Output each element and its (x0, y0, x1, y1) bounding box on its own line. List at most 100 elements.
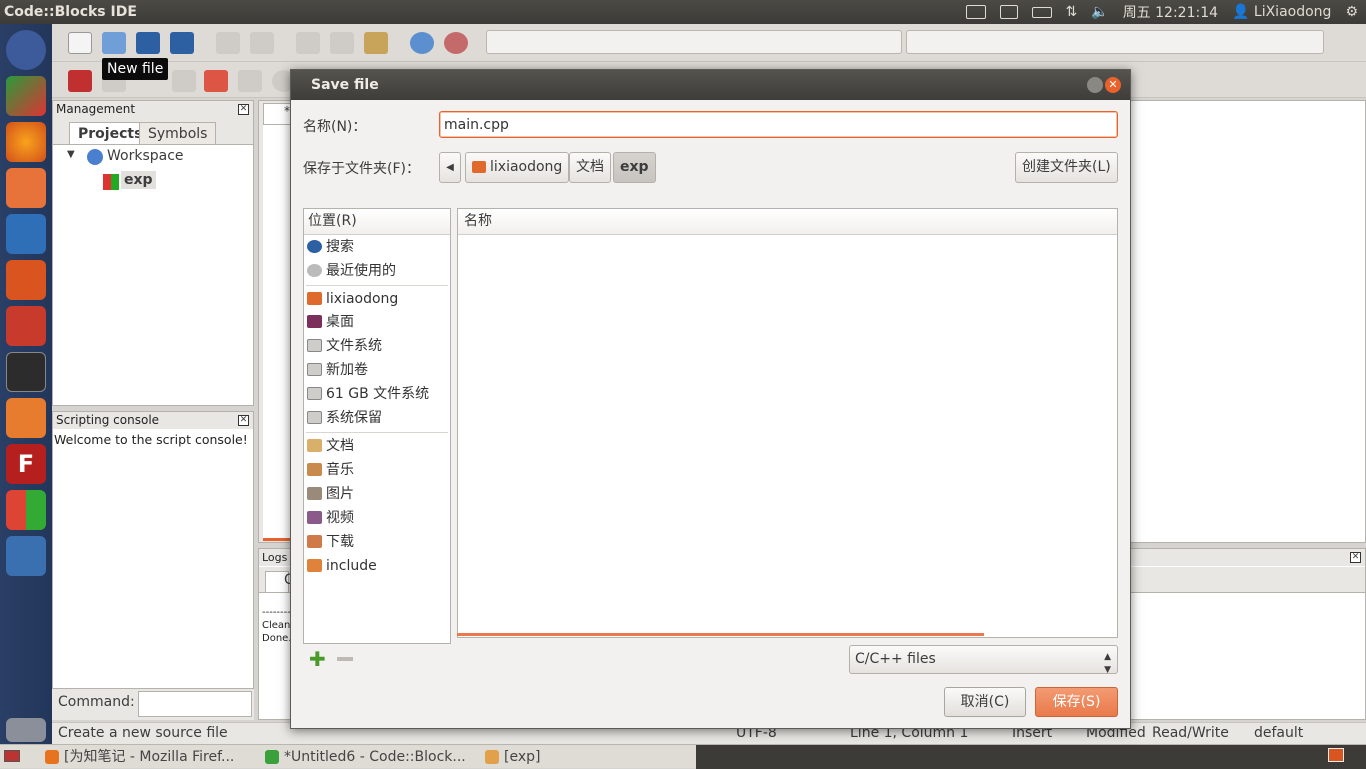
mail-icon[interactable] (999, 5, 1018, 19)
status-lang: default (1254, 725, 1304, 741)
undo-icon[interactable] (216, 32, 240, 54)
jump-icon[interactable] (68, 70, 92, 92)
place-item[interactable]: lixiaodong (304, 288, 450, 310)
file-list[interactable]: 名称 (457, 208, 1118, 638)
maximize-icon[interactable] (1087, 77, 1103, 93)
editor-tab[interactable]: * (263, 103, 293, 125)
user-menu[interactable]: 👤 LiXiaodong (1232, 4, 1331, 20)
trash-icon[interactable] (6, 718, 46, 742)
command-input[interactable] (138, 691, 252, 717)
place-item[interactable]: 61 GB 文件系统 (304, 383, 450, 405)
save-button[interactable]: 保存(S) (1035, 687, 1118, 717)
tree-project[interactable]: exp (121, 171, 156, 189)
close-icon[interactable]: ✕ (238, 104, 249, 115)
paste-icon[interactable] (364, 32, 388, 54)
tree-root[interactable]: Workspace (107, 148, 184, 164)
folder-label: 保存于文件夹(F)： (303, 161, 420, 177)
gear-icon[interactable]: ⚙ (1345, 4, 1358, 20)
create-folder-button[interactable]: 创建文件夹(L) (1015, 152, 1118, 183)
desktop-icon (307, 315, 322, 328)
workspace-icon (87, 149, 103, 165)
function-combo[interactable] (906, 30, 1324, 54)
place-item[interactable]: 图片 (304, 483, 450, 505)
drive-icon (307, 363, 322, 376)
place-item[interactable]: 音乐 (304, 459, 450, 481)
dash-icon[interactable] (6, 30, 46, 70)
path-button-exp[interactable]: exp (613, 152, 656, 183)
music-folder-icon (307, 463, 322, 476)
scope-combo[interactable] (486, 30, 902, 54)
place-item[interactable]: 最近使用的 (304, 260, 450, 282)
close-icon[interactable]: ✕ (238, 415, 249, 426)
cancel-button[interactable]: 取消(C) (944, 687, 1026, 717)
add-bookmark-icon[interactable]: ✚ (309, 649, 326, 669)
trash-applet-icon[interactable] (1328, 748, 1344, 762)
remove-bookmark-icon[interactable] (337, 657, 353, 661)
geogebra-icon[interactable] (6, 76, 46, 116)
debug-icon[interactable] (204, 70, 228, 92)
network-icon[interactable]: ⇅ (1066, 4, 1078, 20)
log-line: Clean (262, 620, 291, 631)
top-panel: Code::Blocks IDE ⇅ 🔈 周五 12:21:14 👤 LiXia… (0, 0, 1366, 24)
codeblocks-icon[interactable] (6, 490, 46, 530)
taskbar: [为知笔记 - Mozilla Firef... *Untitled6 - Co… (0, 744, 1366, 769)
keyboard-icon[interactable] (965, 5, 986, 19)
software-center-icon[interactable] (6, 260, 46, 300)
command-label: Command: (58, 694, 135, 710)
replace-icon[interactable] (444, 32, 468, 54)
separator (306, 432, 448, 433)
editor-page[interactable] (1129, 101, 1365, 542)
path-button-documents[interactable]: 文档 (569, 152, 611, 183)
cut-icon[interactable] (296, 32, 320, 54)
pictures-folder-icon (307, 487, 322, 500)
log-tab[interactable]: C (265, 571, 294, 593)
places-header[interactable]: 位置(R) (304, 209, 450, 235)
place-label: lixiaodong (326, 291, 399, 307)
place-item[interactable]: 文档 (304, 435, 450, 457)
place-item[interactable]: 视频 (304, 507, 450, 529)
save-icon[interactable] (136, 32, 160, 54)
workspace-switcher-icon[interactable] (6, 536, 46, 576)
find-icon[interactable] (410, 32, 434, 54)
next-icon[interactable] (238, 70, 262, 92)
new-file-icon[interactable] (68, 32, 92, 54)
place-item[interactable]: 系统保留 (304, 407, 450, 429)
place-item[interactable]: 新加卷 (304, 359, 450, 381)
settings-icon[interactable] (6, 306, 46, 346)
file-list-header-name[interactable]: 名称 (458, 209, 1117, 235)
battery-icon[interactable] (1031, 6, 1052, 18)
task-folder[interactable]: [exp] (482, 747, 540, 768)
task-firefox[interactable]: [为知笔记 - Mozilla Firef... (42, 747, 234, 768)
home-folder-launcher-icon[interactable] (6, 398, 46, 438)
place-item[interactable]: include (304, 555, 450, 577)
files-icon[interactable] (6, 168, 46, 208)
place-item[interactable]: 文件系统 (304, 335, 450, 357)
terminal-icon[interactable] (6, 352, 46, 392)
task-codeblocks[interactable]: *Untitled6 - Code::Block... (262, 747, 466, 768)
expand-arrow-icon[interactable]: ▼ (67, 149, 75, 160)
redo-icon[interactable] (250, 32, 274, 54)
step-icon[interactable] (172, 70, 196, 92)
place-item[interactable]: 桌面 (304, 311, 450, 333)
show-desktop-icon[interactable] (4, 750, 20, 762)
copy-icon[interactable] (330, 32, 354, 54)
filezilla-icon[interactable]: F (6, 444, 46, 484)
open-icon[interactable] (102, 32, 126, 54)
place-item[interactable]: 搜索 (304, 236, 450, 258)
close-icon[interactable]: ✕ (1350, 552, 1361, 563)
file-filter-select[interactable]: C/C++ files ▲ ▼ (849, 645, 1118, 675)
firefox-icon[interactable] (6, 122, 46, 162)
place-label: 新加卷 (326, 362, 368, 378)
close-icon[interactable]: ✕ (1105, 77, 1121, 93)
save-all-icon[interactable] (170, 32, 194, 54)
project-tree: ▼ Workspace exp (53, 144, 253, 405)
path-back-button[interactable]: ◀ (439, 152, 461, 183)
tab-symbols[interactable]: Symbols (139, 122, 217, 144)
volume-icon[interactable]: 🔈 (1091, 4, 1108, 20)
path-button-home[interactable]: lixiaodong (465, 152, 570, 183)
place-item[interactable]: 下载 (304, 531, 450, 553)
place-label: 桌面 (326, 314, 354, 330)
filename-input[interactable] (439, 111, 1118, 138)
writer-icon[interactable] (6, 214, 46, 254)
clock[interactable]: 周五 12:21:14 (1123, 2, 1218, 22)
